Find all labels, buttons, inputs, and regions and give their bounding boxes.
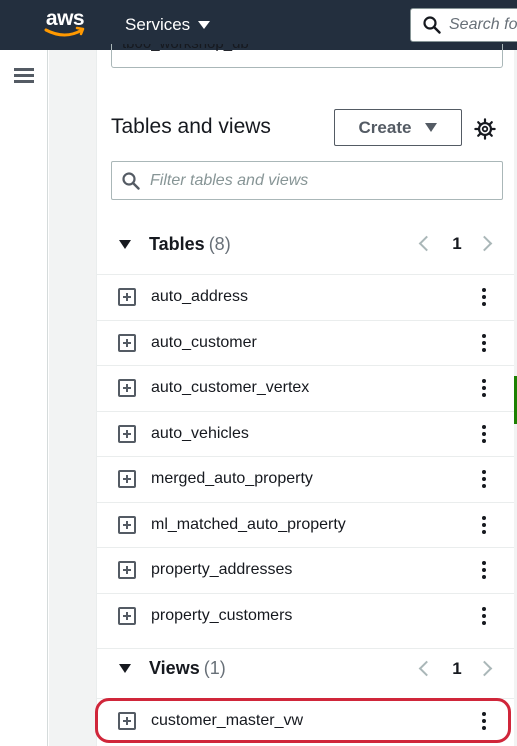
- caret-down-icon: [198, 21, 211, 29]
- table-row[interactable]: auto_vehicles: [97, 411, 515, 456]
- table-row[interactable]: auto_customer_vertex: [97, 365, 515, 410]
- services-menu-button[interactable]: Services: [125, 14, 211, 36]
- expand-plus-icon[interactable]: [118, 288, 136, 306]
- view-row[interactable]: customer_master_vw: [97, 698, 515, 743]
- expand-plus-icon[interactable]: [118, 607, 136, 625]
- table-row[interactable]: auto_address: [97, 274, 515, 319]
- expand-plus-icon[interactable]: [118, 516, 136, 534]
- table-row[interactable]: ml_matched_auto_property: [97, 502, 515, 547]
- table-name: auto_customer_vertex: [151, 379, 310, 396]
- table-name: auto_address: [151, 288, 248, 305]
- more-actions-icon[interactable]: [481, 469, 487, 489]
- table-name: property_customers: [151, 607, 293, 624]
- search-placeholder: Search fo: [449, 16, 517, 33]
- more-actions-icon[interactable]: [481, 287, 487, 307]
- expand-plus-icon[interactable]: [118, 561, 136, 579]
- expand-plus-icon[interactable]: [118, 470, 136, 488]
- tables-section-title[interactable]: Tables (8): [149, 234, 231, 255]
- table-row[interactable]: property_customers: [97, 593, 515, 638]
- aws-smile-icon: [44, 26, 85, 37]
- aws-logo[interactable]: aws: [42, 8, 88, 42]
- views-count: (1): [203, 658, 226, 678]
- views-pagination: 1: [417, 655, 497, 685]
- menu-hamburger-icon[interactable]: [14, 68, 34, 84]
- caret-down-icon: [425, 123, 438, 132]
- tables-and-views-panel: tb00_workshop_db Tables and views Create…: [96, 44, 515, 746]
- tables-label: Tables: [149, 233, 205, 254]
- search-icon: [122, 171, 140, 190]
- current-page[interactable]: 1: [447, 234, 467, 254]
- table-name: ml_matched_auto_property: [151, 516, 346, 533]
- expand-plus-icon[interactable]: [118, 425, 136, 443]
- more-actions-icon[interactable]: [481, 515, 487, 535]
- global-search-input[interactable]: Search fo: [410, 8, 517, 42]
- content-gutter: [49, 50, 96, 746]
- view-name: customer_master_vw: [151, 712, 304, 729]
- gear-icon[interactable]: [474, 118, 496, 140]
- expand-plus-icon[interactable]: [118, 334, 136, 352]
- table-name: auto_vehicles: [151, 425, 249, 442]
- views-section-title[interactable]: Views (1): [149, 658, 226, 679]
- tables-section-header: Tables (8) 1: [97, 224, 515, 264]
- views-label: Views: [149, 658, 200, 678]
- search-icon: [423, 16, 441, 34]
- collapse-caret-icon[interactable]: [119, 664, 131, 673]
- database-select[interactable]: tb00_workshop_db: [111, 44, 503, 68]
- create-button-label: Create: [358, 117, 412, 137]
- more-actions-icon[interactable]: [481, 378, 487, 398]
- side-navigation-rail: [0, 50, 48, 746]
- table-row[interactable]: auto_customer: [97, 320, 515, 365]
- more-actions-icon[interactable]: [481, 560, 487, 580]
- chevron-right-icon[interactable]: [476, 235, 493, 252]
- panel-title: Tables and views: [111, 115, 271, 138]
- table-name: property_addresses: [151, 561, 293, 578]
- table-name: auto_customer: [151, 334, 257, 351]
- collapse-caret-icon[interactable]: [119, 239, 131, 249]
- tables-pagination: 1: [417, 230, 497, 260]
- filter-tables-input[interactable]: Filter tables and views: [111, 161, 503, 200]
- more-actions-icon[interactable]: [481, 606, 487, 626]
- expand-plus-icon[interactable]: [118, 712, 136, 730]
- database-select-value: tb00_workshop_db: [122, 44, 249, 52]
- more-actions-icon[interactable]: [481, 333, 487, 353]
- table-row[interactable]: property_addresses: [97, 547, 515, 592]
- table-name: merged_auto_property: [151, 470, 313, 487]
- more-actions-icon[interactable]: [481, 424, 487, 444]
- more-actions-icon[interactable]: [481, 711, 487, 731]
- expand-plus-icon[interactable]: [118, 379, 136, 397]
- top-navigation-bar: aws Services Search fo: [0, 0, 517, 50]
- chevron-right-icon[interactable]: [476, 660, 493, 677]
- tables-count: (8): [208, 233, 231, 254]
- views-section-header: Views (1) 1: [97, 648, 515, 688]
- create-button[interactable]: Create: [334, 109, 462, 146]
- chevron-left-icon[interactable]: [418, 235, 435, 252]
- table-row[interactable]: merged_auto_property: [97, 456, 515, 501]
- current-page[interactable]: 1: [447, 659, 467, 679]
- chevron-left-icon[interactable]: [418, 660, 435, 677]
- filter-placeholder: Filter tables and views: [150, 171, 309, 189]
- services-label: Services: [125, 15, 191, 34]
